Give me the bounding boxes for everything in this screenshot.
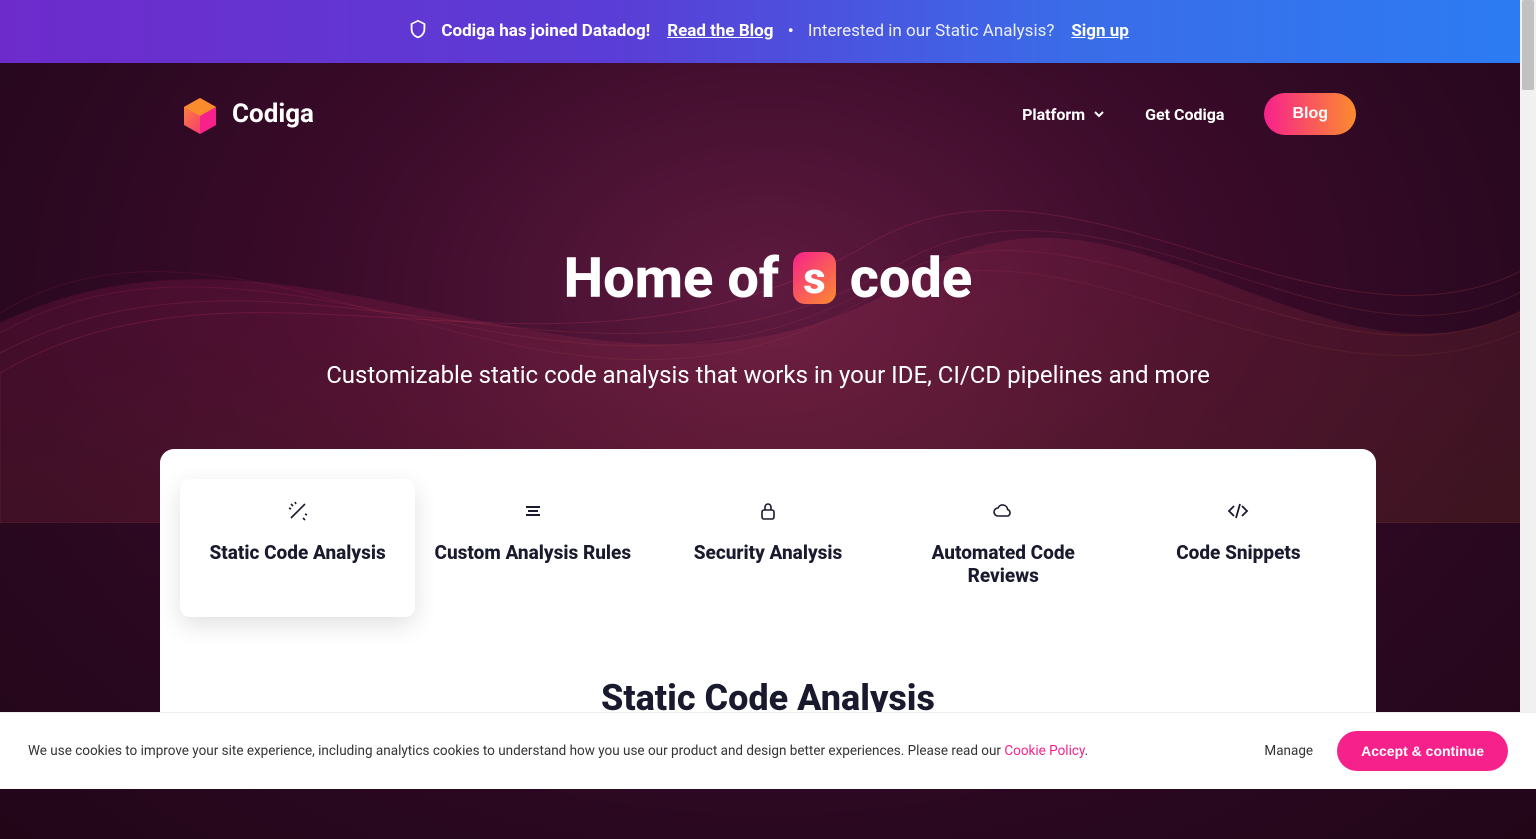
- nav-get-codiga[interactable]: Get Codiga: [1145, 105, 1224, 124]
- cookie-period: .: [1085, 743, 1089, 759]
- cookie-policy-link[interactable]: Cookie Policy: [1004, 743, 1084, 759]
- features-tabs: Static Code Analysis Custom Analysis Rul…: [160, 479, 1376, 617]
- hero-title: Home of s code: [20, 245, 1516, 311]
- announcement-read-blog-link[interactable]: Read the Blog: [667, 21, 773, 41]
- cookie-actions: Manage Accept & continue: [1264, 731, 1508, 771]
- announcement-joined-text: Codiga has joined Datadog!: [441, 21, 650, 41]
- list-icon: [425, 499, 640, 523]
- cookie-text: We use cookies to improve your site expe…: [28, 743, 1088, 759]
- lock-icon: [660, 499, 875, 523]
- tab-static-code-analysis[interactable]: Static Code Analysis: [180, 479, 415, 617]
- announcement-bar: Codiga has joined Datadog! Read the Blog…: [0, 0, 1536, 63]
- codiga-logo-icon: [180, 94, 220, 134]
- tab-label: Security Analysis: [694, 541, 843, 564]
- tab-label: Automated Code Reviews: [932, 541, 1075, 587]
- tab-security-analysis[interactable]: Security Analysis: [650, 479, 885, 617]
- chevron-down-icon: [1093, 105, 1105, 124]
- tab-custom-analysis-rules[interactable]: Custom Analysis Rules: [415, 479, 650, 617]
- nav-get-codiga-label: Get Codiga: [1145, 105, 1224, 124]
- hero-title-badge: s: [793, 252, 836, 304]
- datadog-icon: [407, 18, 429, 45]
- nav-platform-label: Platform: [1022, 105, 1085, 124]
- hero-title-left: Home of: [564, 245, 779, 311]
- tab-label: Static Code Analysis: [209, 541, 385, 564]
- cookie-accept-button[interactable]: Accept & continue: [1337, 731, 1508, 771]
- brand-logo[interactable]: Codiga: [180, 94, 314, 134]
- tab-code-snippets[interactable]: Code Snippets: [1121, 479, 1356, 617]
- code-icon: [1131, 499, 1346, 523]
- cloud-icon: [896, 499, 1111, 523]
- tab-label: Code Snippets: [1176, 541, 1300, 564]
- hero-title-right: code: [850, 245, 973, 311]
- tab-automated-code-reviews[interactable]: Automated Code Reviews: [886, 479, 1121, 617]
- cookie-manage-link[interactable]: Manage: [1264, 743, 1313, 759]
- main-nav: Platform Get Codiga Blog: [1022, 93, 1356, 135]
- hero-content: Home of s code Customizable static code …: [0, 165, 1536, 449]
- cookie-message: We use cookies to improve your site expe…: [28, 743, 1004, 759]
- announcement-signup-link[interactable]: Sign up: [1071, 21, 1129, 41]
- main-header: Codiga Platform Get Codiga Blog: [0, 63, 1536, 165]
- tab-label: Custom Analysis Rules: [435, 541, 632, 564]
- cookie-banner: We use cookies to improve your site expe…: [0, 712, 1536, 789]
- nav-blog-button[interactable]: Blog: [1264, 93, 1356, 135]
- hero-subtitle: Customizable static code analysis that w…: [318, 361, 1218, 389]
- brand-name: Codiga: [232, 99, 314, 129]
- announcement-interested-text: Interested in our Static Analysis?: [808, 21, 1054, 41]
- wand-icon: [190, 499, 405, 523]
- separator-dot: •: [788, 21, 794, 41]
- nav-platform[interactable]: Platform: [1022, 105, 1105, 124]
